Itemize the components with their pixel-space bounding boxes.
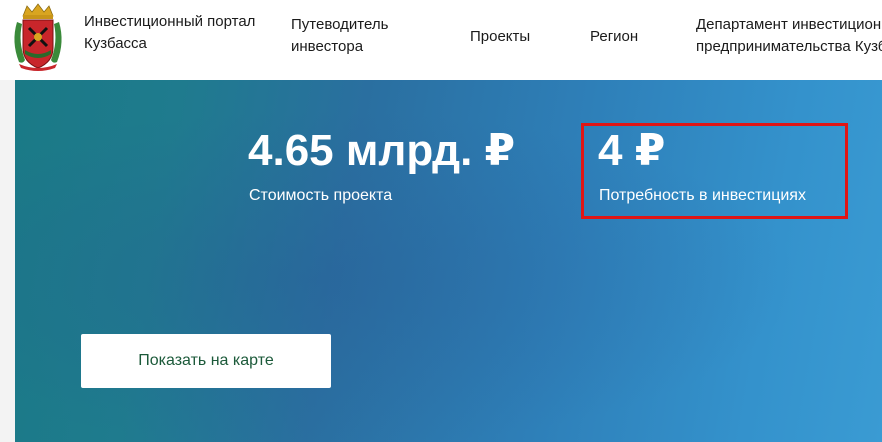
site-header: Инвестиционный портал Кузбасса Путеводит… (0, 0, 882, 80)
highlight-annotation-box (581, 123, 848, 219)
show-on-map-button[interactable]: Показать на карте (81, 334, 331, 388)
kuzbass-coat-of-arms-icon[interactable] (9, 2, 67, 72)
nav-department[interactable]: Департамент инвестиционной политики и пр… (696, 14, 882, 58)
portal-title-link[interactable]: Инвестиционный портал Кузбасса (84, 11, 274, 55)
project-hero-banner: 4.65 млрд. ₽ Стоимость проекта 4 ₽ Потре… (15, 80, 882, 442)
nav-region[interactable]: Регион (590, 26, 638, 48)
nav-department-line1: Департамент инвестиционной политики и (696, 16, 882, 33)
nav-investor-guide[interactable]: Путеводитель инвестора (291, 14, 431, 58)
project-cost-value: 4.65 млрд. ₽ (248, 126, 516, 175)
nav-department-line2: предпринимательства Кузбасса (696, 38, 882, 55)
nav-projects[interactable]: Проекты (470, 26, 530, 48)
page: Инвестиционный портал Кузбасса Путеводит… (0, 0, 882, 442)
project-cost-label: Стоимость проекта (249, 187, 393, 204)
